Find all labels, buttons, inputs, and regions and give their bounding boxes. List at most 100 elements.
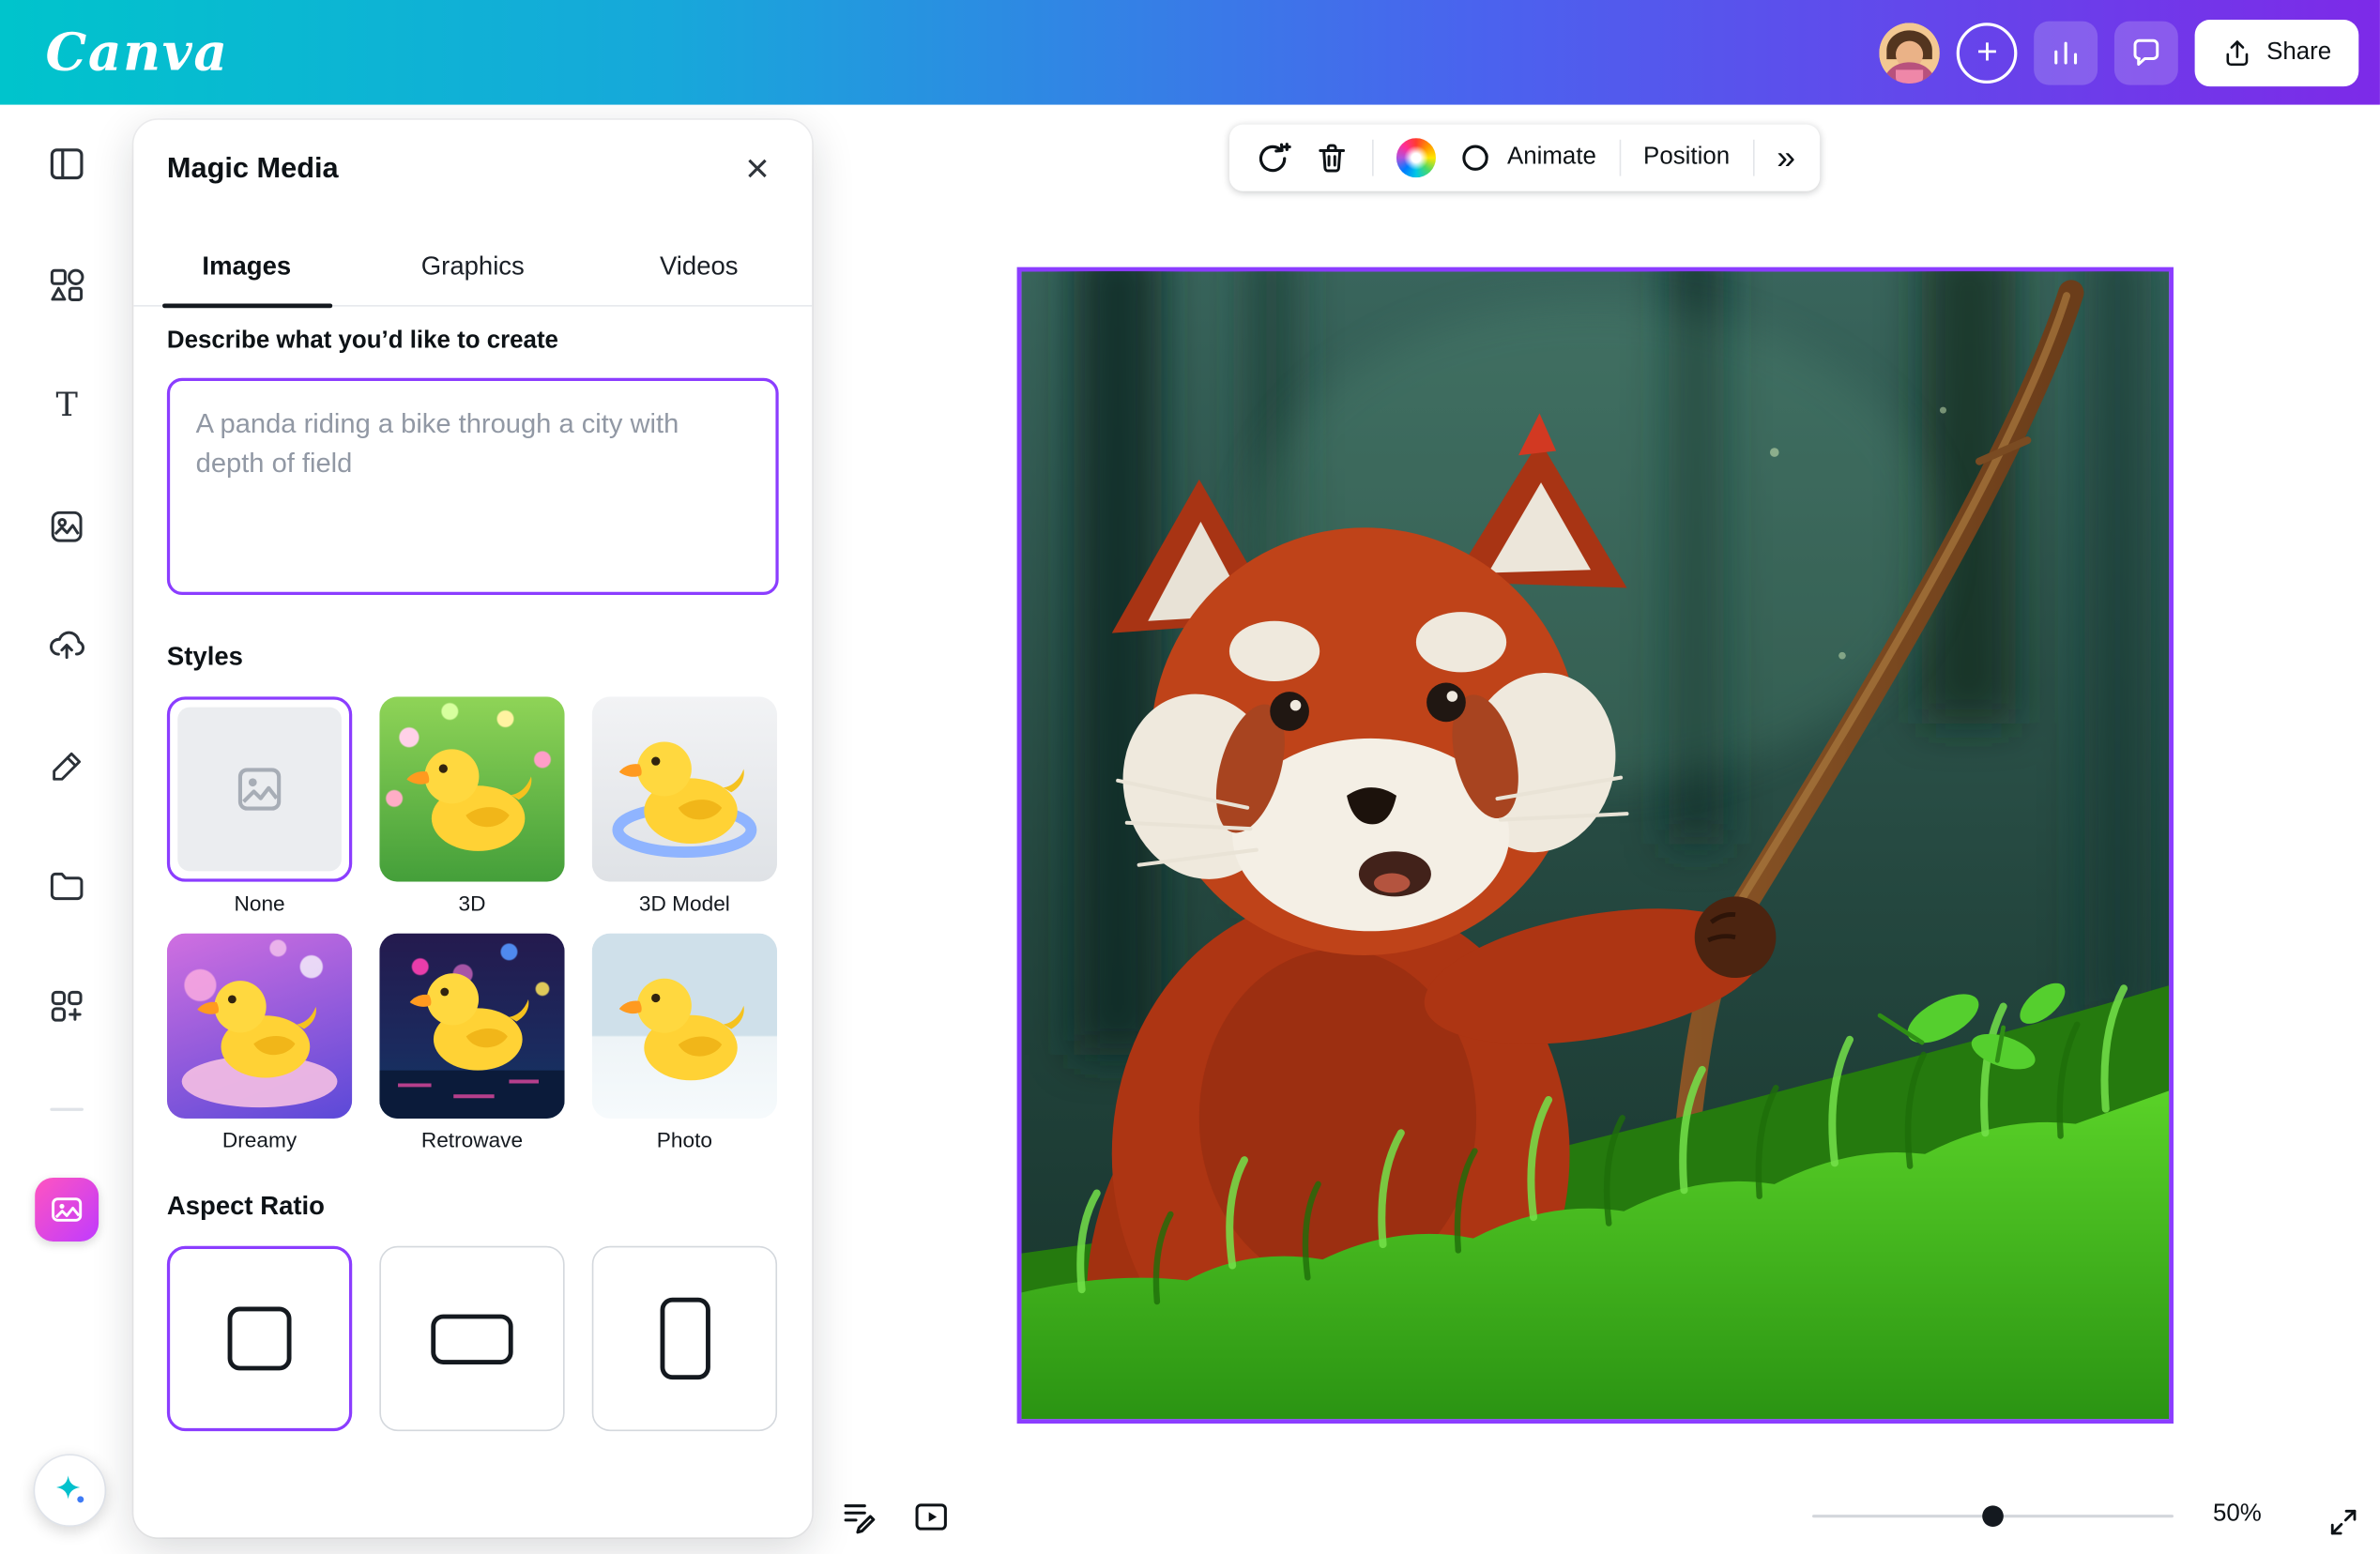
aspect-ratio-label: Aspect Ratio (167, 1192, 325, 1222)
style-label: Photo (592, 1128, 777, 1158)
object-toolbar: Animate Position » (1229, 125, 1820, 191)
style-thumbnail-3d-model (592, 696, 777, 881)
notes-icon (839, 1497, 877, 1534)
share-button[interactable]: Share (2195, 19, 2358, 85)
position-button[interactable]: Position (1643, 145, 1730, 172)
magic-media-icon (49, 1192, 85, 1228)
uploads-icon (47, 624, 86, 663)
aspect-ratio-grid (167, 1246, 777, 1431)
sidebar-item-brand[interactable] (34, 494, 100, 560)
toolbar-divider (1619, 140, 1621, 176)
insights-button[interactable] (2035, 21, 2098, 84)
tab-images[interactable]: Images (133, 229, 359, 305)
notes-button[interactable] (833, 1492, 882, 1541)
style-label: Dreamy (167, 1128, 352, 1158)
portrait-ratio-icon (660, 1298, 709, 1379)
style-card-none[interactable] (167, 696, 352, 881)
sidebar-item-projects[interactable] (34, 853, 100, 920)
magic-media-panel: Magic Media × Images Graphics Videos Des… (133, 120, 812, 1538)
aspect-card-landscape[interactable] (379, 1246, 564, 1431)
style-label: Retrowave (379, 1128, 564, 1158)
style-card-3d[interactable] (379, 696, 564, 881)
share-icon (2222, 38, 2252, 68)
square-ratio-icon (228, 1306, 292, 1370)
delete-button[interactable] (1315, 141, 1350, 175)
color-button[interactable] (1396, 138, 1436, 177)
brand-icon (47, 507, 86, 546)
style-card-dreamy[interactable] (167, 934, 352, 1119)
bar-chart-icon (2050, 36, 2083, 69)
panel-title: Magic Media (167, 153, 339, 187)
present-icon (911, 1497, 949, 1534)
aspect-card-portrait[interactable] (592, 1246, 777, 1431)
plus-icon: + (1976, 34, 1998, 70)
style-card-photo[interactable] (592, 934, 777, 1119)
landscape-ratio-icon (431, 1314, 512, 1364)
style-option-none: None (167, 696, 352, 921)
canva-assistant-button[interactable] (34, 1454, 107, 1527)
regenerate-button[interactable] (1254, 139, 1291, 176)
style-thumbnail-retrowave (379, 934, 564, 1119)
tab-graphics[interactable]: Graphics (359, 229, 586, 305)
share-label: Share (2266, 38, 2331, 66)
top-bar: Canva + (0, 0, 2380, 105)
prompt-label: Describe what you’d like to create (167, 328, 558, 355)
avatar-image (1880, 22, 1941, 83)
add-member-button[interactable]: + (1957, 22, 2018, 83)
projects-icon (47, 866, 86, 906)
sidebar-item-uploads[interactable] (34, 610, 100, 677)
style-option-3d-model: 3D Model (592, 696, 777, 921)
style-option-dreamy: Dreamy (167, 934, 352, 1158)
style-thumbnail-photo (592, 934, 777, 1119)
chevron-double-icon: » (1777, 141, 1795, 175)
tab-videos[interactable]: Videos (586, 229, 812, 305)
toolbar-divider (1372, 140, 1374, 176)
style-label: 3D Model (592, 891, 777, 921)
sidebar: T (0, 105, 133, 1554)
position-label: Position (1643, 145, 1730, 172)
animate-icon (1458, 140, 1495, 176)
style-option-photo: Photo (592, 934, 777, 1158)
close-button[interactable]: × (727, 138, 788, 199)
sidebar-item-text[interactable]: T (34, 372, 100, 438)
red-panda-artwork (1021, 271, 2169, 1419)
image-placeholder-icon (232, 762, 286, 816)
design-icon (47, 145, 86, 184)
style-card-3d-model[interactable] (592, 696, 777, 881)
sidebar-item-apps[interactable] (34, 973, 100, 1040)
styles-label: Styles (167, 642, 243, 672)
regenerate-icon (1254, 139, 1291, 176)
style-label: 3D (379, 891, 564, 921)
svg-text:T: T (55, 386, 78, 424)
sidebar-item-magic-media[interactable] (35, 1178, 99, 1242)
elements-icon (47, 266, 86, 305)
aspect-card-square[interactable] (167, 1246, 352, 1431)
style-label: None (167, 891, 352, 921)
canva-editor: Canva + (0, 0, 2380, 1554)
close-icon: × (745, 145, 770, 191)
sidebar-item-elements[interactable] (34, 251, 100, 318)
trash-icon (1315, 141, 1350, 175)
animate-button[interactable]: Animate (1458, 140, 1596, 176)
color-wheel-icon (1396, 138, 1436, 177)
styles-grid: None 3D (167, 696, 777, 1158)
fullscreen-button[interactable] (2319, 1498, 2368, 1546)
more-tools-button[interactable]: » (1777, 141, 1795, 175)
style-card-retrowave[interactable] (379, 934, 564, 1119)
fullscreen-icon (2327, 1505, 2360, 1539)
sidebar-divider (50, 1108, 84, 1111)
zoom-percentage[interactable]: 50% (2213, 1501, 2286, 1529)
zoom-slider-handle[interactable] (1982, 1505, 2004, 1527)
comments-button[interactable] (2114, 21, 2178, 84)
canva-logo[interactable]: Canva (46, 22, 229, 83)
avatar[interactable] (1880, 22, 1941, 83)
top-bar-actions: + Share (1880, 19, 2359, 85)
apps-icon (47, 986, 86, 1026)
sidebar-item-draw[interactable] (34, 732, 100, 799)
selected-image[interactable] (1017, 267, 2174, 1424)
present-button[interactable] (907, 1492, 955, 1541)
sidebar-item-design[interactable] (34, 130, 100, 197)
prompt-input[interactable] (167, 378, 779, 595)
style-option-3d: 3D (379, 696, 564, 921)
sparkle-icon (50, 1470, 89, 1510)
